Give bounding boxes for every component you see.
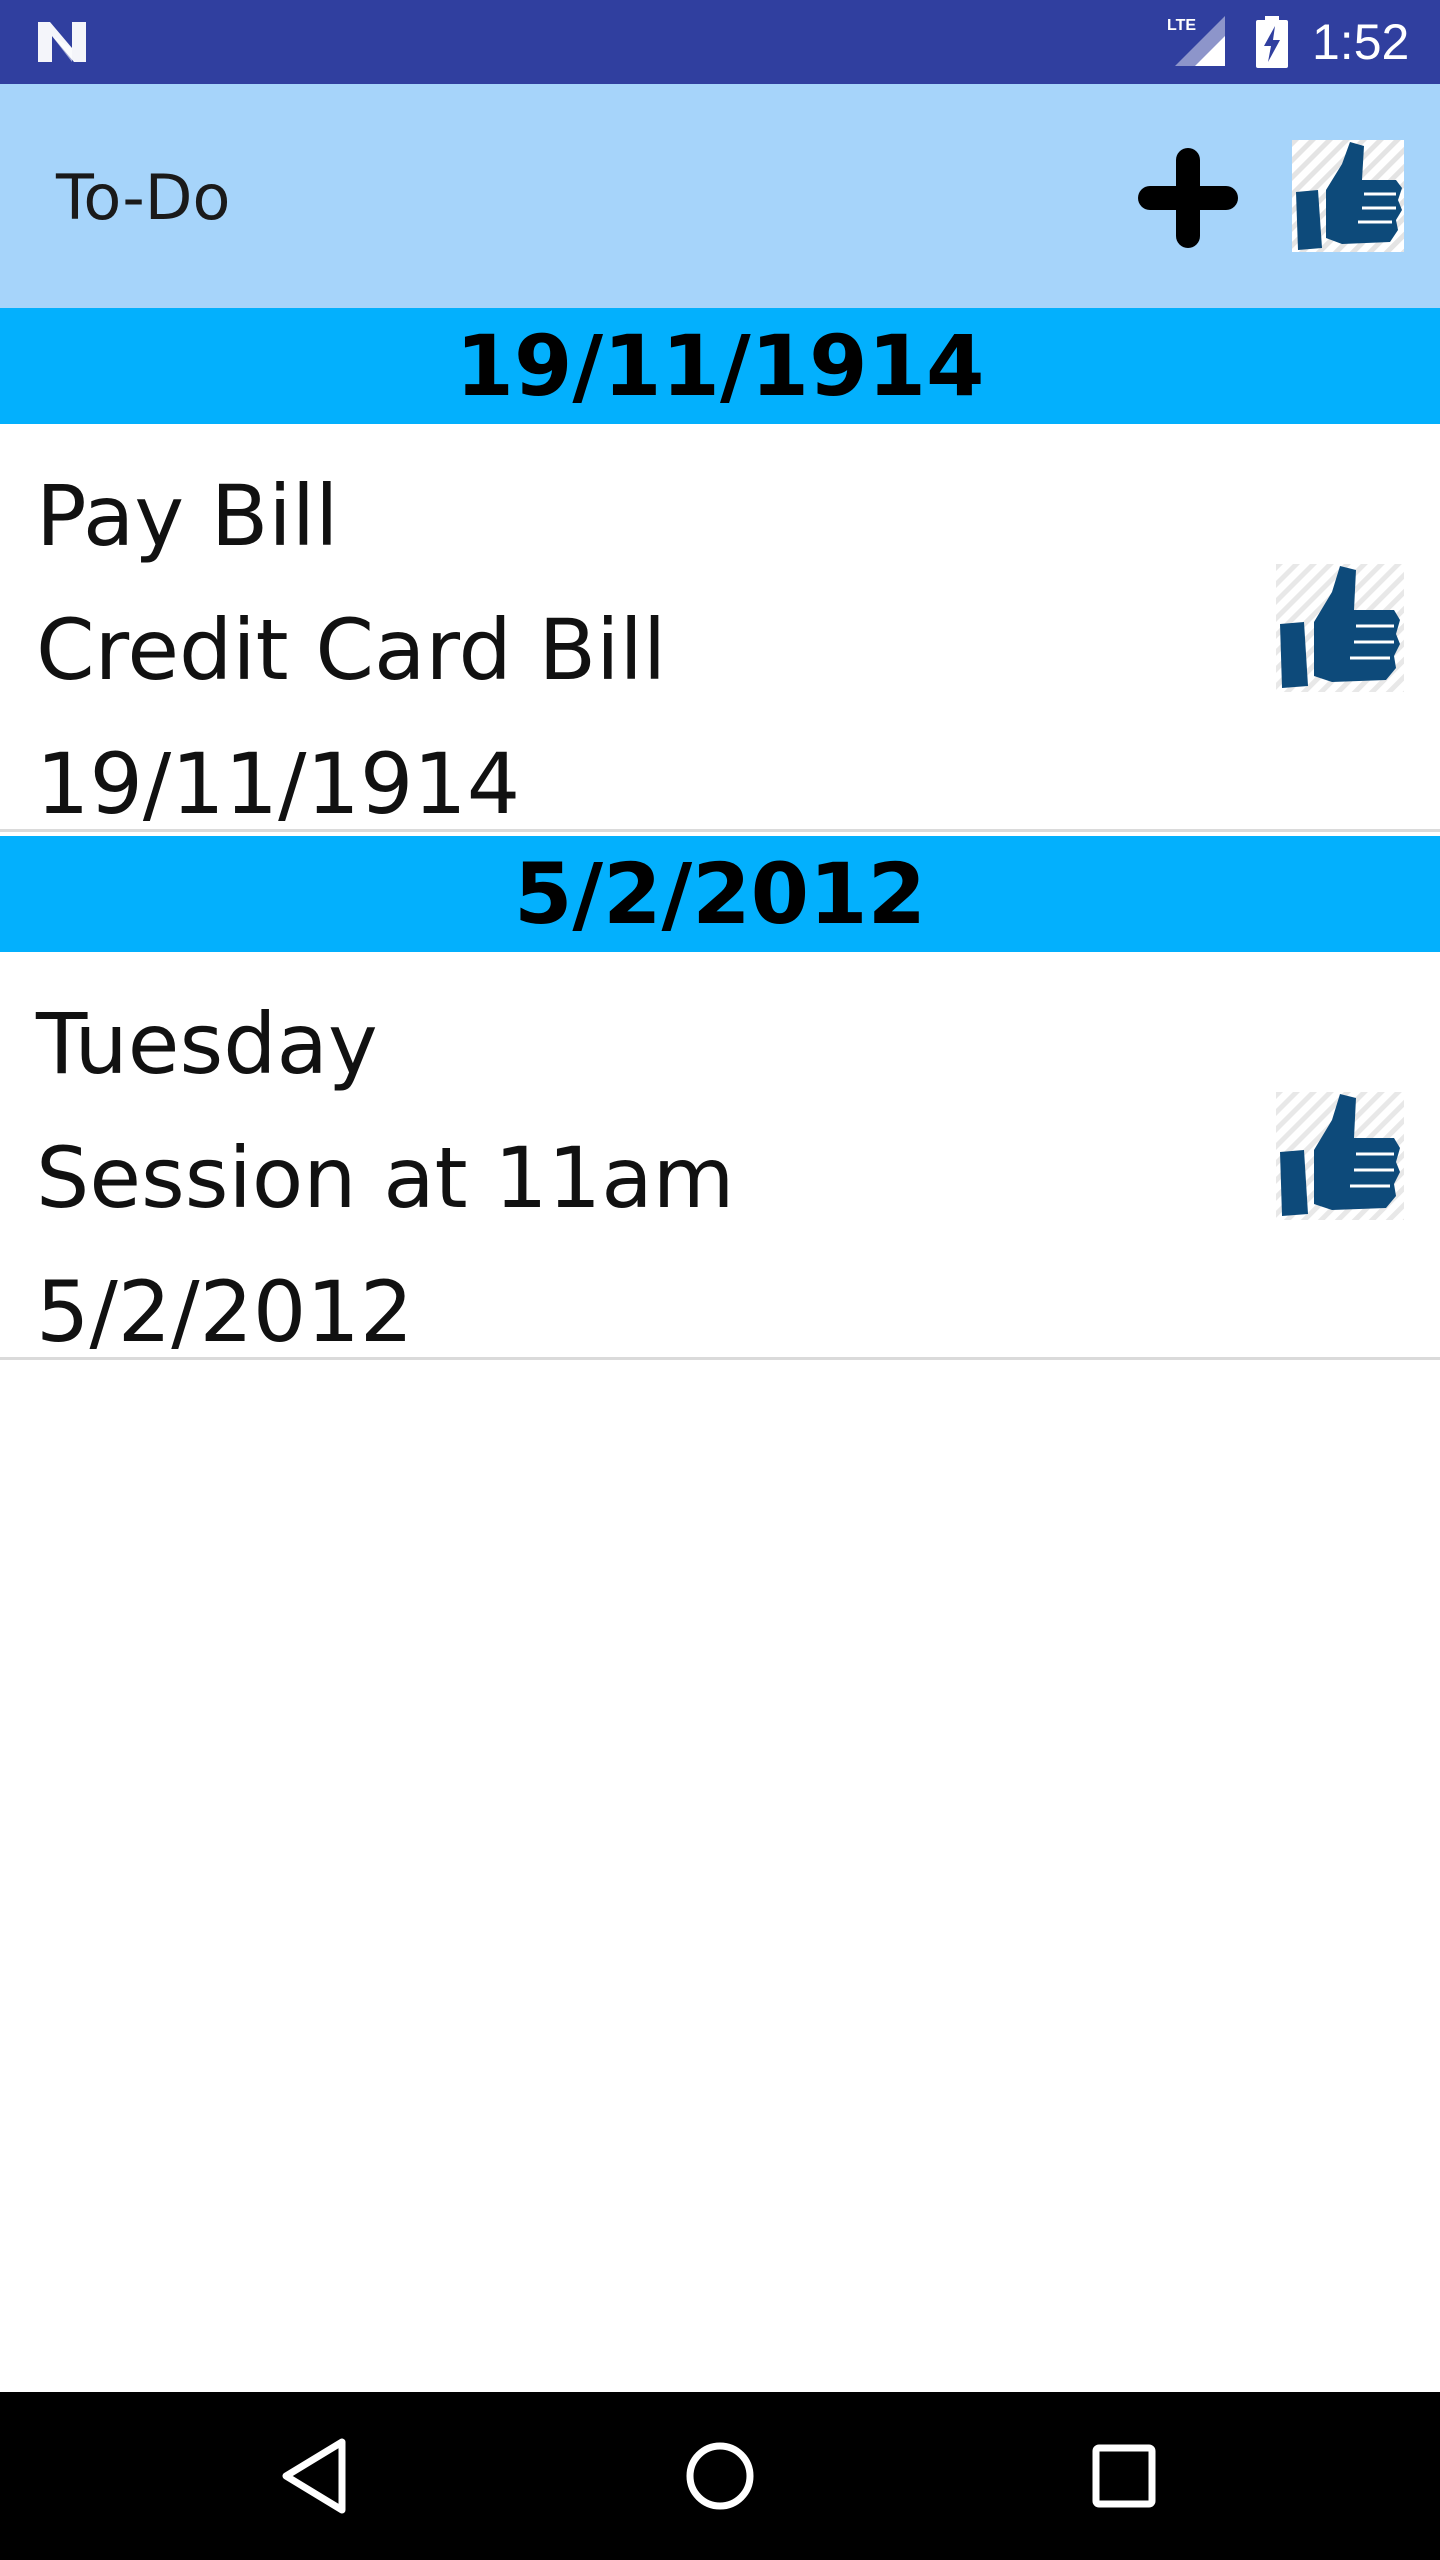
- recent-apps-icon[interactable]: [1080, 2432, 1168, 2520]
- navigation-bar: [0, 2392, 1440, 2560]
- section-header-date: 19/11/1914: [0, 308, 1440, 424]
- status-time: 1:52: [1312, 14, 1410, 70]
- battery-charging-icon: [1256, 16, 1288, 68]
- app-title: To-Do: [56, 161, 231, 234]
- todo-date: 5/2/2012: [36, 1263, 414, 1361]
- todo-description: Session at 11am: [36, 1129, 735, 1227]
- app-bar: To-Do: [0, 84, 1440, 308]
- thumbs-up-icon[interactable]: [1276, 1092, 1404, 1220]
- lte-label: LTE: [1167, 17, 1196, 34]
- todo-title: Pay Bill: [36, 467, 339, 565]
- status-bar: LTE 1:52: [0, 0, 1440, 84]
- todo-description: Credit Card Bill: [36, 601, 667, 699]
- todo-list-item[interactable]: Tuesday Session at 11am 5/2/2012: [0, 952, 1440, 1361]
- back-icon[interactable]: [272, 2432, 360, 2520]
- todo-date: 19/11/1914: [36, 735, 521, 833]
- thumbs-up-icon[interactable]: [1276, 564, 1404, 692]
- lte-signal-icon: LTE: [1167, 16, 1225, 66]
- thumbs-up-icon[interactable]: [1292, 140, 1404, 252]
- section-header-date: 5/2/2012: [0, 836, 1440, 952]
- home-icon[interactable]: [676, 2432, 764, 2520]
- todo-title: Tuesday: [36, 995, 378, 1093]
- notification-n-icon: [38, 22, 86, 62]
- todo-list-item[interactable]: Pay Bill Credit Card Bill 19/11/1914: [0, 424, 1440, 833]
- add-icon[interactable]: [1130, 140, 1246, 256]
